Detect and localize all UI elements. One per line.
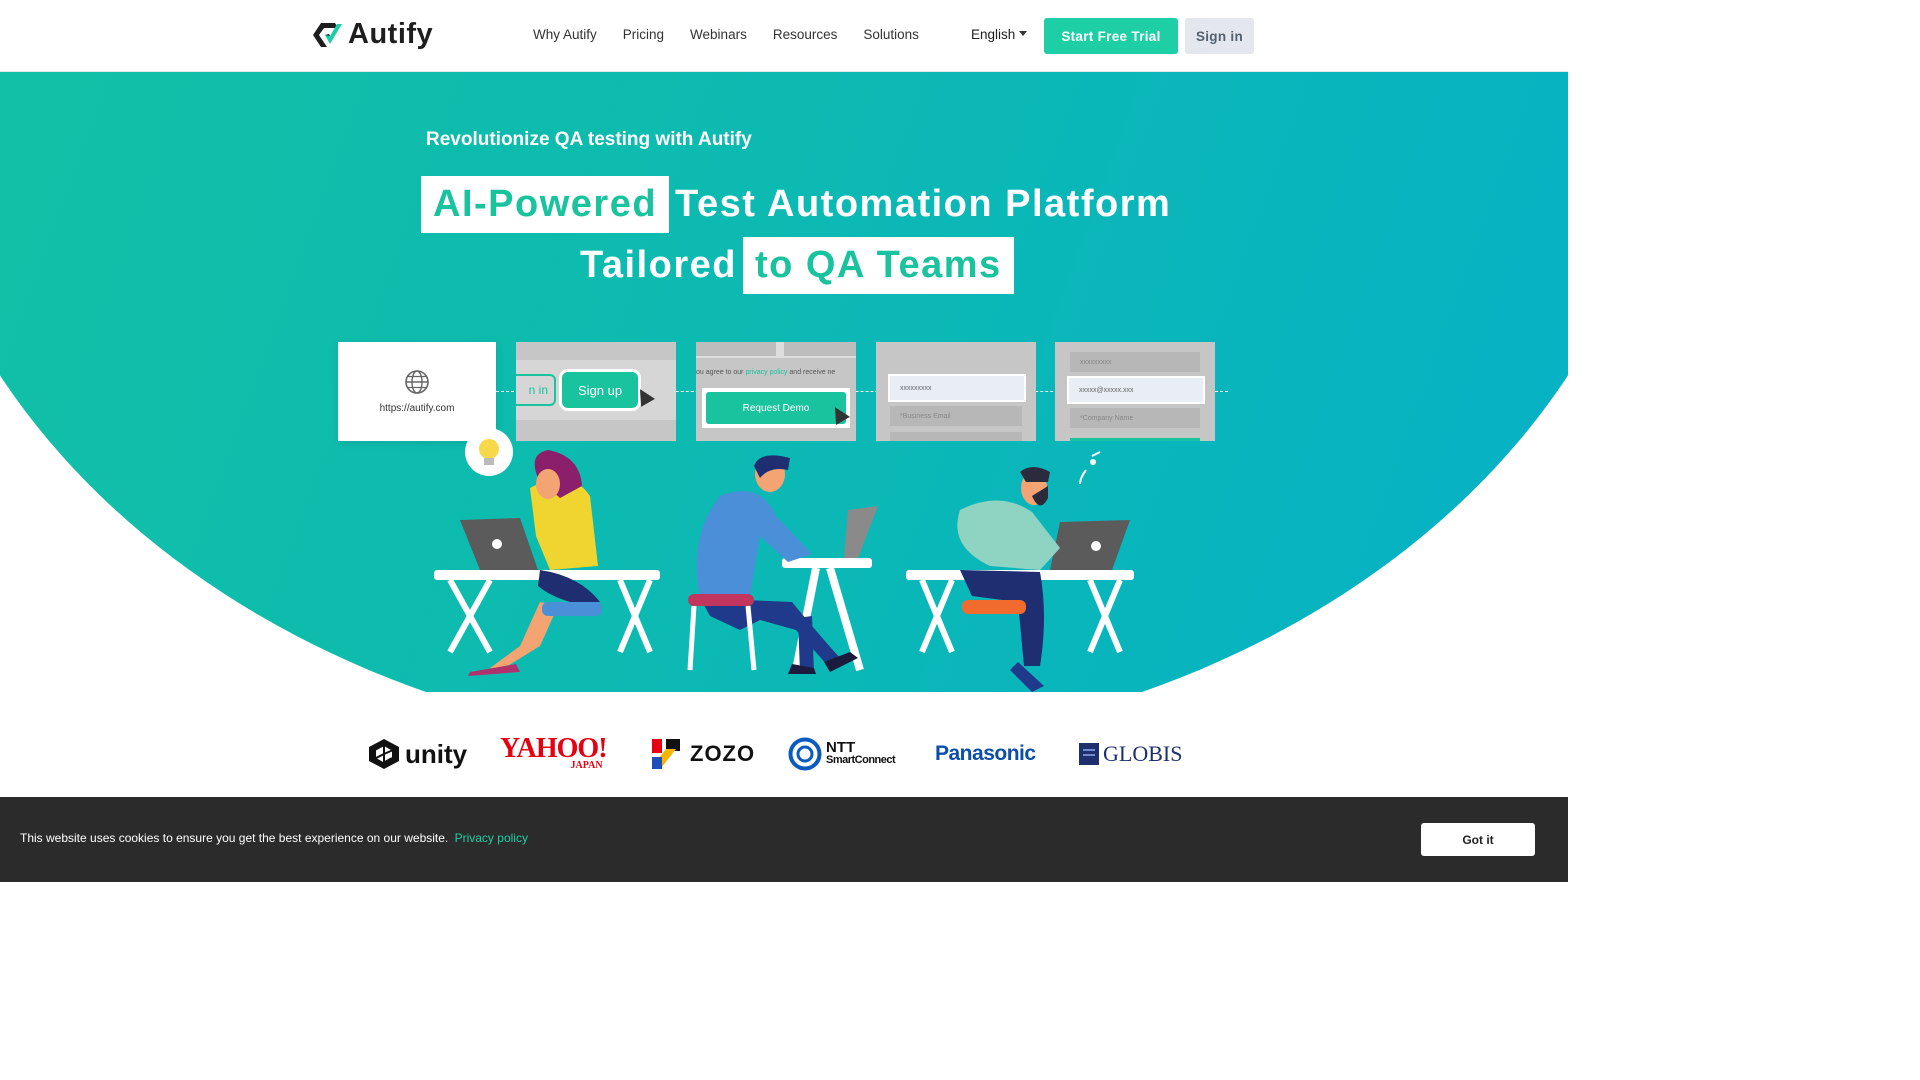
cookie-banner: This website uses cookies to ensure you … xyxy=(0,797,1568,882)
card-tab xyxy=(784,342,856,356)
smartconnect-text: SmartConnect xyxy=(826,754,896,766)
headline-text-platform: Test Automation Platform xyxy=(675,183,1172,225)
privacy-pre: ou agree to our xyxy=(696,369,744,376)
nav-resources[interactable]: Resources xyxy=(773,27,838,42)
logo-ntt-smartconnect: NTT SmartConnect xyxy=(788,730,896,778)
headline-line-2: Tailored to QA Teams xyxy=(574,237,1014,294)
desk-left xyxy=(434,450,660,676)
sign-in-button[interactable]: Sign in xyxy=(1185,18,1254,54)
yahoo-japan-text: JAPAN xyxy=(570,760,603,771)
chevron-down-icon xyxy=(1019,31,1028,36)
step-request-demo-frame: Request Demo xyxy=(702,388,850,428)
logo-globis: GLOBIS xyxy=(1079,730,1182,778)
step-signin-fragment: n in xyxy=(516,374,556,406)
ntt-text-stack: NTT SmartConnect xyxy=(826,739,896,767)
logo-text: Autify xyxy=(348,18,434,50)
nav-webinars[interactable]: Webinars xyxy=(690,27,747,42)
music-note-icon xyxy=(1079,451,1101,485)
nav-solutions[interactable]: Solutions xyxy=(863,27,919,42)
team-illustration xyxy=(434,428,1134,692)
client-logos: unity YAHOO! JAPAN ZOZO NTT SmartConnect xyxy=(0,730,1568,780)
hero-tagline: Revolutionize QA testing with Autify xyxy=(426,129,752,150)
panasonic-text: Panasonic xyxy=(935,742,1036,765)
step-field-email-placeholder: *Business Email xyxy=(890,406,1022,426)
nav-pricing[interactable]: Pricing xyxy=(623,27,664,42)
cookie-accept-button[interactable]: Got it xyxy=(1421,823,1535,856)
privacy-link: privacy policy xyxy=(745,369,788,376)
site-header: Autify Why Autify Pricing Webinars Resou… xyxy=(0,0,1568,72)
autify-logo-icon xyxy=(313,22,342,47)
privacy-post: and receive ne xyxy=(789,369,836,376)
language-selector[interactable]: English xyxy=(971,27,1028,42)
privacy-policy-link[interactable]: Privacy policy xyxy=(455,831,528,845)
headline-line-1: AI-Powered Test Automation Platform xyxy=(421,176,1177,233)
desk-right xyxy=(906,467,1134,692)
main-nav: Why Autify Pricing Webinars Resources So… xyxy=(533,27,945,42)
step-signup-button: Sign up xyxy=(562,372,638,408)
desk-middle xyxy=(687,455,878,674)
logo-zozo: ZOZO xyxy=(652,730,755,778)
ntt-text: NTT xyxy=(826,739,856,756)
unity-logo-icon xyxy=(369,739,399,769)
globe-icon xyxy=(405,370,429,394)
logo-yahoo-japan: YAHOO! JAPAN xyxy=(500,730,608,778)
step-request-demo-button: Request Demo xyxy=(706,392,846,424)
logo-unity: unity xyxy=(367,730,467,778)
language-label: English xyxy=(971,27,1016,42)
step-field-company-placeholder: *Company Name xyxy=(1070,408,1200,428)
unity-text: unity xyxy=(405,738,468,769)
lightbulb-icon xyxy=(465,428,513,476)
step-field-name: xxxxxxxxx xyxy=(888,374,1026,402)
zozo-text: ZOZO xyxy=(690,741,756,766)
cookie-message: This website uses cookies to ensure you … xyxy=(20,831,528,845)
headline-text-tailored: Tailored xyxy=(580,244,737,286)
card-tab xyxy=(696,342,776,356)
globis-logo-icon xyxy=(1079,743,1099,765)
yahoo-text: YAHOO! xyxy=(500,733,608,764)
zozo-logo-icon xyxy=(652,739,680,769)
autify-logo[interactable]: Autify xyxy=(312,18,433,51)
globis-text: GLOBIS xyxy=(1103,741,1183,766)
logo-panasonic: Panasonic xyxy=(935,730,1036,778)
ntt-logo-icon xyxy=(788,737,822,771)
headline-highlight-qa-teams: to QA Teams xyxy=(743,237,1014,294)
cookie-text: This website uses cookies to ensure you … xyxy=(20,831,449,845)
nav-why-autify[interactable]: Why Autify xyxy=(533,27,597,42)
page: Autify Why Autify Pricing Webinars Resou… xyxy=(0,0,1568,882)
step-field-email: xxxxx@xxxxx.xxx xyxy=(1067,376,1205,404)
headline-highlight-ai-powered: AI-Powered xyxy=(421,176,670,233)
step-privacy-text: ou agree to our privacy policy and recei… xyxy=(696,369,856,376)
step-url-text: https://autify.com xyxy=(379,403,455,414)
step-field-prev: xxxxxxxxx xyxy=(1070,352,1200,372)
start-free-trial-button[interactable]: Start Free Trial xyxy=(1044,18,1178,54)
